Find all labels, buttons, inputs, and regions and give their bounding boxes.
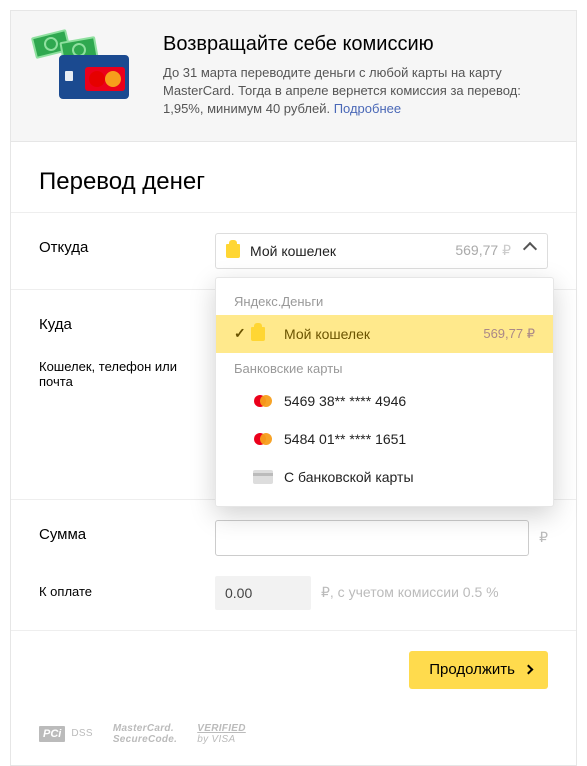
to-label: Куда [39,310,199,333]
promo-title: Возвращайте себе комиссию [163,33,548,56]
dropdown-item-wallet[interactable]: ✓ Мой кошелек 569,77 ₽ [216,315,553,353]
chevron-right-icon [524,665,534,675]
topay-note: ₽, с учетом комиссии 0.5 % [321,584,499,601]
mastercard-icon [254,395,272,407]
security-logos: PCiDSS MasterCard.SecureCode. VERIFIEDby… [11,711,576,765]
dropdown-item-card[interactable]: 5484 01** **** 1651 [216,420,553,458]
promo-body: До 31 марта переводите деньги с любой ка… [163,64,548,119]
from-label: Откуда [39,233,199,256]
dropdown-item-card[interactable]: 5469 38** **** 4946 [216,382,553,420]
from-dropdown: Яндекс.Деньги ✓ Мой кошелек 569,77 ₽ Бан… [215,277,554,507]
topay-value: 0.00 [215,576,311,610]
sum-label: Сумма [39,520,199,543]
pci-dss-logo: PCiDSS [39,723,93,745]
verified-by-visa-logo: VERIFIEDby VISA [197,723,246,745]
page-title: Перевод денег [39,168,548,212]
sum-input[interactable] [215,520,529,556]
mastercard-icon [254,433,272,445]
currency-rub: ₽ [539,529,548,546]
check-icon: ✓ [234,325,252,342]
dropdown-group-wallets: Яндекс.Деньги [216,286,553,315]
wallet-icon [251,327,265,341]
promo-illustration [31,33,143,97]
mastercard-securecode-logo: MasterCard.SecureCode. [113,723,177,745]
dropdown-item-other-card[interactable]: С банковской карты [216,458,553,496]
chevron-up-icon [523,241,537,255]
from-select-value: Мой кошелек [250,243,336,259]
topay-label: К оплате [39,576,199,599]
promo-banner: Возвращайте себе комиссию До 31 марта пе… [11,11,576,142]
dropdown-group-cards: Банковские карты [216,353,553,382]
from-select[interactable]: Мой кошелек 569,77 ₽ [215,233,548,269]
promo-more-link[interactable]: Подробнее [334,101,401,116]
wallet-icon [226,244,240,258]
continue-button[interactable]: Продолжить [409,651,548,689]
recipient-helper-label: Кошелек, телефон или почта [39,355,199,389]
card-icon [253,470,273,484]
